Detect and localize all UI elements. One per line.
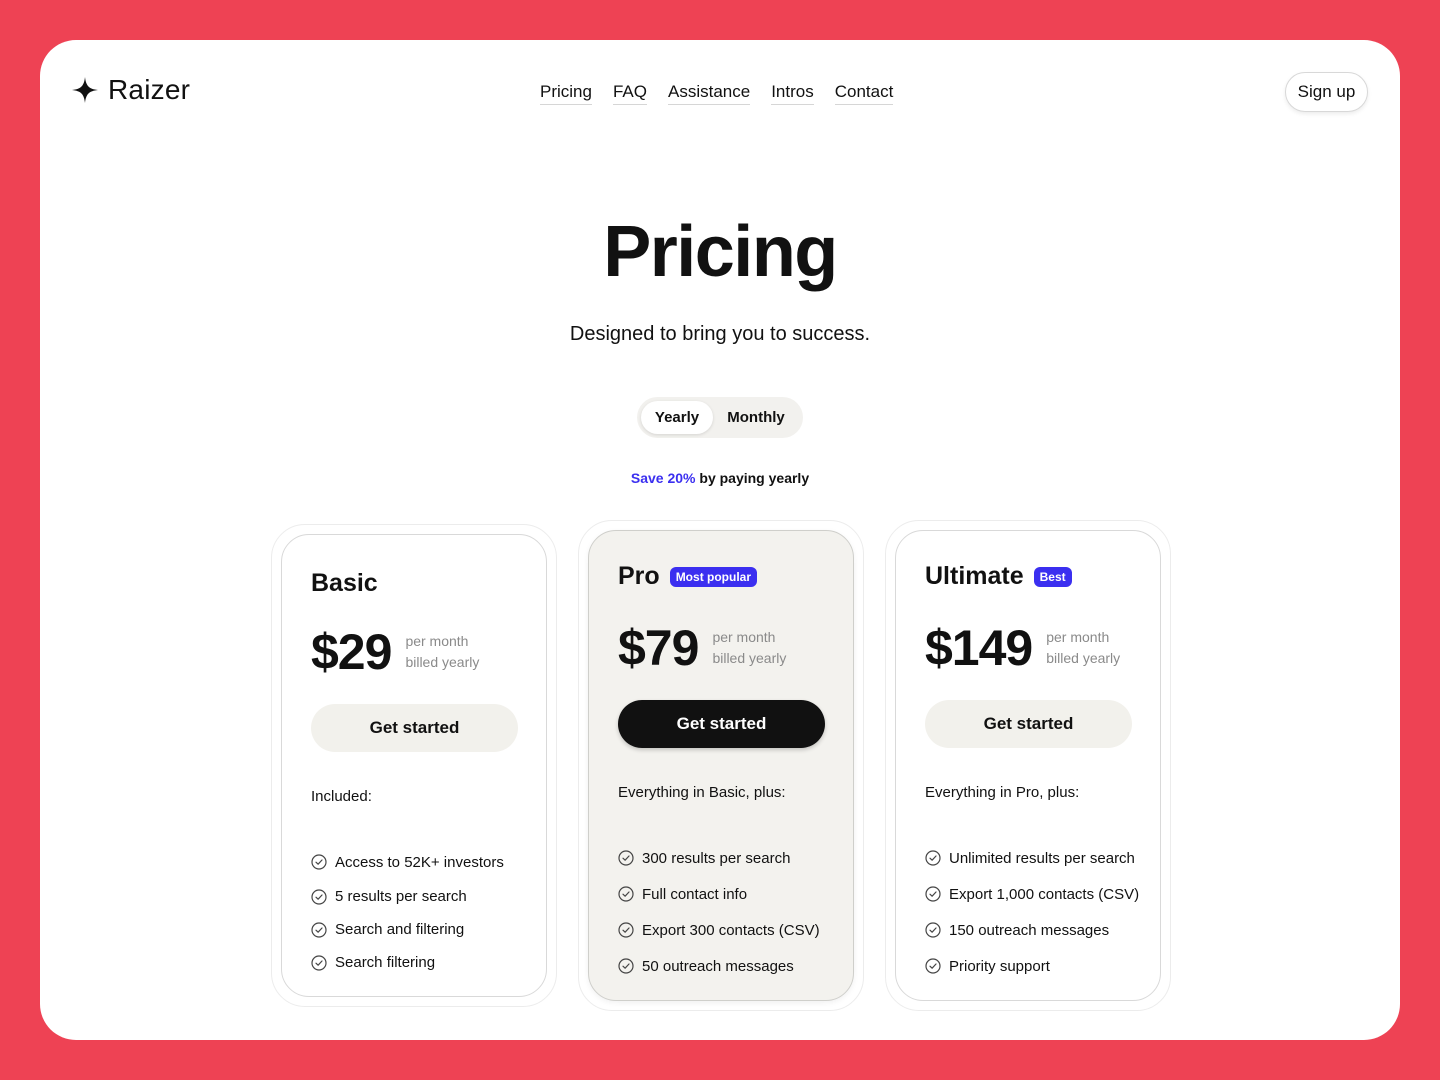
feature-text: Export 1,000 contacts (CSV): [949, 885, 1140, 903]
four-point-star-icon: [72, 77, 98, 103]
check-circle-icon: [311, 854, 327, 870]
nav-link-contact[interactable]: Contact: [834, 82, 894, 105]
save-note-rest: by paying yearly: [695, 470, 810, 486]
feature-item: Export 300 contacts (CSV): [618, 912, 820, 948]
best-badge: Best: [1033, 566, 1072, 587]
price-billing: billed yearly: [1046, 650, 1121, 666]
main-nav: Pricing FAQ Assistance Intros Contact: [540, 82, 894, 105]
included-label: Everything in Pro, plus:: [925, 784, 1080, 801]
feature-text: Search and filtering: [335, 921, 465, 938]
most-popular-badge: Most popular: [669, 566, 758, 587]
nav-link-assistance[interactable]: Assistance: [667, 82, 751, 105]
price-billing: billed yearly: [712, 650, 787, 666]
price-note: per month billed yearly: [1046, 627, 1120, 669]
feature-text: Full contact info: [642, 885, 748, 903]
feature-item: Unlimited results per search: [925, 840, 1139, 876]
check-circle-icon: [311, 921, 327, 938]
billing-toggle: Yearly Monthly: [637, 397, 803, 438]
nav-link-pricing[interactable]: Pricing: [540, 82, 592, 105]
check-circle-icon: [925, 922, 941, 938]
sign-up-button[interactable]: Sign up: [1285, 72, 1368, 112]
price-note: per month billed yearly: [712, 627, 786, 669]
feature-text: Unlimited results per search: [949, 849, 1135, 867]
plan-header: Pro Most popular: [618, 562, 758, 591]
check-circle-icon: [311, 888, 327, 905]
plan-header: Basic: [311, 569, 378, 598]
page-title: Pricing: [603, 212, 838, 292]
feature-item: Access to 52K+ investors: [311, 844, 504, 880]
feature-item: Full contact info: [618, 876, 820, 912]
feature-item: Search and filtering: [311, 913, 504, 946]
feature-item: 150 outreach messages: [925, 912, 1139, 948]
feature-list: Access to 52K+ investors 5 results per s…: [311, 844, 504, 979]
feature-text: Priority support: [949, 957, 1050, 975]
plan-card-ultimate-shell: Ultimate Best $149 per month billed year…: [885, 520, 1171, 1011]
plan-price: $79: [618, 620, 699, 676]
feature-text: 300 results per search: [642, 849, 791, 867]
price-billing: billed yearly: [405, 654, 480, 670]
included-label: Everything in Basic, plus:: [618, 784, 786, 801]
price-note: per month billed yearly: [405, 631, 479, 673]
billing-option-yearly[interactable]: Yearly: [641, 401, 713, 434]
get-started-button-pro[interactable]: Get started: [618, 700, 825, 748]
feature-item: 5 results per search: [311, 880, 504, 913]
brand-name: Raizer: [108, 74, 191, 105]
plan-price: $29: [311, 624, 392, 680]
check-circle-icon: [311, 954, 327, 971]
feature-item: Priority support: [925, 948, 1139, 984]
price-row: $29 per month billed yearly: [311, 623, 479, 681]
check-circle-icon: [925, 886, 941, 902]
plan-name: Basic: [311, 569, 378, 597]
plan-card-ultimate: Ultimate Best $149 per month billed year…: [895, 530, 1161, 1001]
feature-text: Search filtering: [335, 954, 436, 971]
check-circle-icon: [618, 922, 634, 938]
feature-item: Search filtering: [311, 946, 504, 979]
plan-name: Pro: [618, 562, 660, 590]
nav-link-intros[interactable]: Intros: [771, 82, 814, 105]
get-started-button-ultimate[interactable]: Get started: [925, 700, 1132, 748]
check-circle-icon: [618, 886, 634, 902]
plan-header: Ultimate Best: [925, 562, 1072, 591]
feature-list: 300 results per search Full contact info…: [618, 840, 820, 984]
price-row: $79 per month billed yearly: [618, 619, 786, 677]
save-highlight: Save 20%: [630, 470, 696, 486]
feature-text: 5 results per search: [335, 888, 467, 905]
page-subtitle: Designed to bring you to success.: [569, 323, 871, 345]
feature-item: Export 1,000 contacts (CSV): [925, 876, 1139, 912]
feature-text: Export 300 contacts (CSV): [642, 921, 820, 939]
check-circle-icon: [925, 958, 941, 974]
check-circle-icon: [618, 958, 634, 974]
billing-option-monthly[interactable]: Monthly: [713, 401, 799, 434]
price-period: per month: [405, 633, 469, 649]
feature-text: Access to 52K+ investors: [335, 853, 504, 871]
plan-price: $149: [925, 620, 1033, 676]
feature-item: 50 outreach messages: [618, 948, 820, 984]
plan-name: Ultimate: [925, 562, 1024, 590]
price-row: $149 per month billed yearly: [925, 619, 1120, 677]
price-period: per month: [712, 629, 776, 645]
feature-item: 300 results per search: [618, 840, 820, 876]
price-period: per month: [1046, 629, 1110, 645]
plan-card-pro: Pro Most popular $79 per month billed ye…: [588, 530, 854, 1001]
plan-card-basic: Basic $29 per month billed yearly Get st…: [281, 534, 547, 997]
check-circle-icon: [618, 850, 634, 866]
plan-card-pro-shell: Pro Most popular $79 per month billed ye…: [578, 520, 864, 1011]
nav-link-faq[interactable]: FAQ: [612, 82, 647, 105]
feature-text: 50 outreach messages: [642, 957, 794, 975]
feature-text: 150 outreach messages: [949, 921, 1110, 939]
plan-card-basic-shell: Basic $29 per month billed yearly Get st…: [271, 524, 557, 1007]
feature-list: Unlimited results per search Export 1,00…: [925, 840, 1139, 984]
included-label: Included:: [311, 788, 372, 805]
brand-logo[interactable]: Raizer: [72, 74, 190, 106]
page-frame: Raizer Pricing FAQ Assistance Intros Con…: [40, 40, 1400, 1040]
check-circle-icon: [925, 850, 941, 866]
save-note: Save 20% by paying yearly: [40, 470, 1400, 486]
get-started-button-basic[interactable]: Get started: [311, 704, 518, 752]
